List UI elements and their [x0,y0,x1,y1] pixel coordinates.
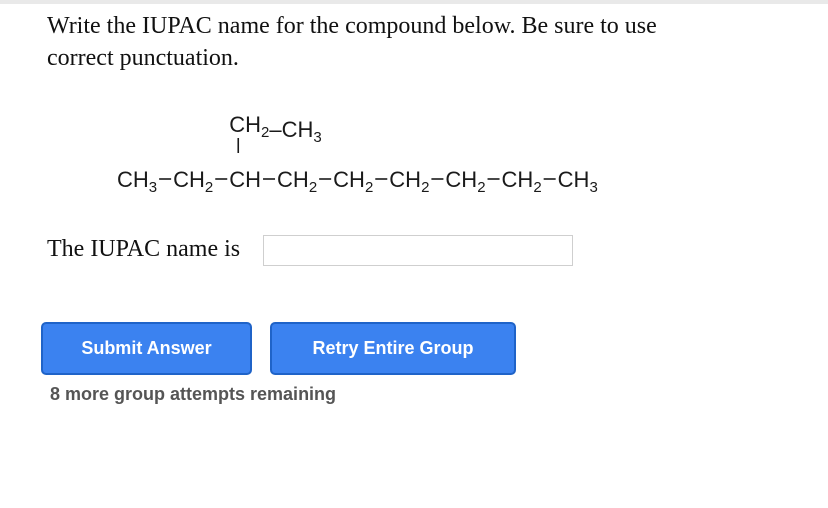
chain-group-8: CH2 [502,167,542,196]
question-line-1: Write the IUPAC name for the compound be… [47,13,657,39]
question-line-2: correct punctuation. [47,45,239,71]
chain-group-7: CH2 [445,167,485,196]
chain-group-1: CH3 [117,167,157,196]
chain-group-4: CH2 [277,167,317,196]
chain-group-5: CH2 [333,167,373,196]
structural-formula-svg: CH3 CH2 CH CH2 CH2 CH2 CH2 CH2 CH3 CH2–CH3 [117,112,598,196]
branch-group: CH2–CH3 [229,112,321,146]
retry-entire-group-button[interactable]: Retry Entire Group [270,322,516,375]
chain-group-6: CH2 [389,167,429,196]
structural-formula: CH3 CH2 CH CH2 CH2 CH2 CH2 CH2 CH3 CH2–CH3 [117,102,797,212]
top-divider [0,0,828,4]
question-text: Write the IUPAC name for the compound be… [47,10,787,74]
chain-group-2: CH2 [173,167,213,196]
iupac-name-input[interactable] [263,235,573,266]
submit-answer-button[interactable]: Submit Answer [41,322,252,375]
attempts-remaining-text: 8 more group attempts remaining [50,384,337,404]
chain-group-9: CH3 [558,167,598,196]
chain-group-3: CH [229,167,261,192]
answer-label: The IUPAC name is [47,236,241,262]
